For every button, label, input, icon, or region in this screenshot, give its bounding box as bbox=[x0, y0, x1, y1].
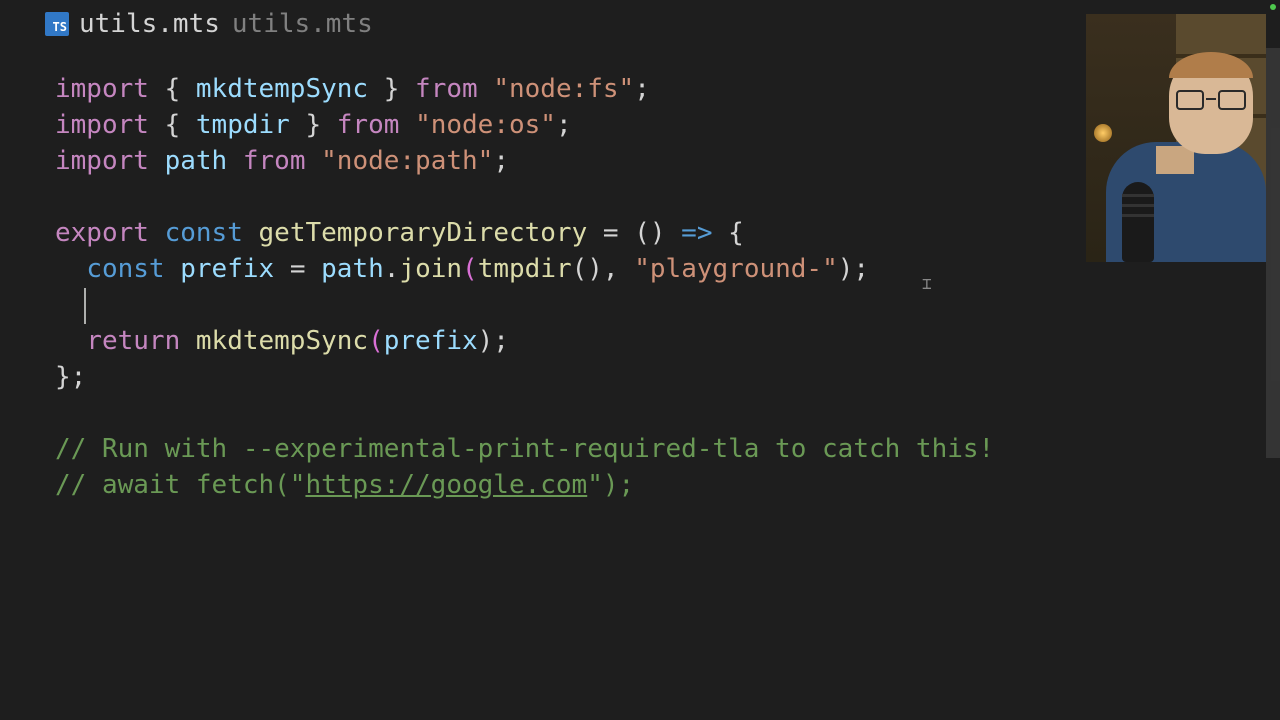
ibeam-cursor-icon: ⌶ bbox=[922, 273, 930, 291]
text-cursor bbox=[84, 288, 86, 324]
code-line[interactable]: return mkdtempSync(prefix); bbox=[55, 324, 1280, 360]
keyword-return: return bbox=[86, 326, 180, 356]
keyword-const: const bbox=[165, 218, 243, 248]
identifier: mkdtempSync bbox=[196, 74, 368, 104]
code-line-comment[interactable]: // Run with --experimental-print-require… bbox=[55, 432, 1280, 468]
arrow: => bbox=[681, 218, 712, 248]
tab-filename[interactable]: utils.mts bbox=[79, 9, 220, 39]
lamp-decoration bbox=[1094, 124, 1112, 142]
string-literal: "node:fs" bbox=[493, 74, 634, 104]
status-dot-icon bbox=[1270, 4, 1276, 10]
function-name: getTemporaryDirectory bbox=[259, 218, 588, 248]
keyword-import: import bbox=[55, 74, 149, 104]
code-line-blank[interactable] bbox=[55, 396, 1280, 432]
typescript-icon: TS bbox=[45, 12, 69, 36]
code-line[interactable]: }; bbox=[55, 360, 1280, 396]
comment: // Run with --experimental-print-require… bbox=[55, 434, 994, 464]
glasses-icon bbox=[1176, 90, 1246, 112]
code-line-comment[interactable]: // await fetch("https://google.com"); bbox=[55, 468, 1280, 504]
microphone-icon bbox=[1122, 182, 1154, 262]
keyword-export: export bbox=[55, 218, 149, 248]
comment-url: https://google.com bbox=[305, 470, 587, 500]
keyword-from: from bbox=[415, 74, 478, 104]
webcam-overlay bbox=[1086, 14, 1266, 262]
scrollbar[interactable] bbox=[1266, 48, 1280, 458]
code-line-cursor[interactable] bbox=[55, 288, 1280, 324]
tab-path: utils.mts bbox=[232, 9, 373, 39]
